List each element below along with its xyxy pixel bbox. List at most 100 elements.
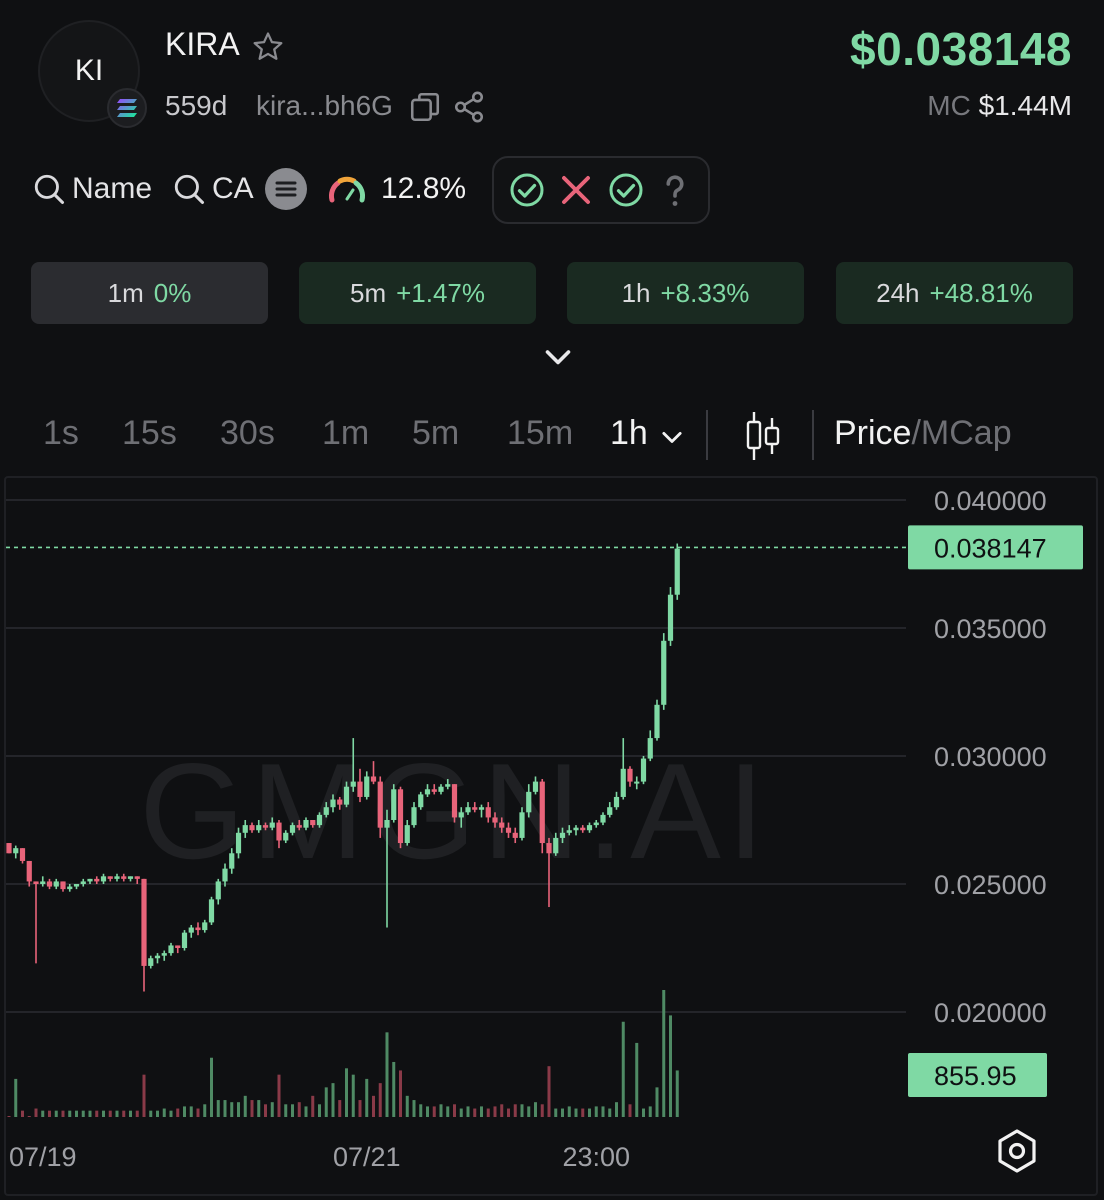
candle-body: [73, 884, 80, 887]
token-price: $0.038148: [850, 23, 1072, 75]
chevron-down-icon[interactable]: [658, 424, 686, 452]
stat-change: +1.47%: [396, 277, 486, 308]
candle-body: [559, 832, 566, 838]
volume-bar: [561, 1108, 564, 1117]
volume-bar: [210, 1057, 213, 1117]
candle-body: [283, 832, 289, 841]
copy-icon[interactable]: [408, 90, 442, 124]
candle-body: [391, 789, 397, 820]
timeframe-15m[interactable]: 15m: [507, 414, 573, 453]
candle-body: [431, 789, 437, 792]
volume-bar: [635, 1042, 639, 1117]
timeframe-30s[interactable]: 30s: [220, 414, 275, 453]
cross-icon: [562, 176, 591, 204]
contract-address[interactable]: kira...bh6G: [256, 90, 393, 122]
volume-bar: [135, 1110, 139, 1117]
volume-bar: [486, 1108, 490, 1117]
mcap-toggle[interactable]: MCap: [921, 414, 1012, 452]
volume-bar: [304, 1106, 308, 1117]
star-icon[interactable]: [251, 30, 285, 64]
volume-bar: [169, 1110, 173, 1117]
timeframe-5m[interactable]: 5m: [412, 414, 459, 453]
candle-body: [418, 794, 424, 808]
candle-body: [175, 945, 181, 948]
risk-percent: 12.8%: [381, 172, 467, 205]
candle-body: [573, 827, 579, 831]
price-mcap-toggle[interactable]: Price/MCap: [834, 414, 1012, 453]
stat-1m-button[interactable]: 1m 0%: [31, 262, 268, 324]
candle-body: [526, 791, 532, 813]
volume-bar: [473, 1108, 477, 1117]
volume-bar: [534, 1102, 537, 1117]
stat-timeframe: 1h: [621, 277, 651, 308]
share-icon[interactable]: [452, 90, 486, 124]
timeframe-1s[interactable]: 1s: [43, 414, 79, 453]
search-name-link[interactable]: Name: [72, 172, 152, 206]
stat-change: 0%: [153, 277, 192, 308]
candle-body: [13, 848, 19, 854]
stat-change: +8.33%: [660, 277, 750, 308]
list-icon[interactable]: [265, 168, 307, 210]
volume-bar: [459, 1108, 463, 1117]
y-tick-label: 0.020000: [934, 998, 1047, 1028]
timeframe-1h[interactable]: 1h: [610, 414, 648, 453]
candle-body: [485, 807, 491, 818]
volume-bar: [297, 1102, 301, 1117]
chevron-down-icon[interactable]: [540, 340, 576, 376]
price-chart[interactable]: 0.040000 0.035000 0.030000 0.025000 0.020000…: [0, 474, 1104, 1200]
candle-body: [640, 758, 647, 782]
candle-body: [94, 878, 100, 882]
candle-body: [654, 704, 660, 739]
volume-bar: [615, 1102, 618, 1117]
candlestick-icon[interactable]: [744, 410, 782, 462]
candle-body: [539, 781, 545, 844]
candle-body: [154, 955, 161, 959]
stat-5m-button[interactable]: 5m +1.47%: [299, 262, 536, 324]
candle-body: [222, 868, 228, 882]
volume-bar: [567, 1106, 571, 1117]
price-toggle[interactable]: Price: [834, 414, 911, 452]
timeframe-1m[interactable]: 1m: [322, 414, 369, 453]
divider: [706, 410, 708, 460]
candle-body: [553, 837, 559, 854]
volume-bar: [405, 1095, 409, 1117]
candle-body: [67, 886, 73, 890]
y-tick-label: 0.035000: [934, 614, 1047, 644]
timeframe-15s[interactable]: 15s: [122, 414, 177, 453]
volume-bar: [466, 1106, 470, 1117]
candle-body: [188, 927, 194, 933]
settings-icon[interactable]: [994, 1128, 1040, 1174]
volume-bar: [594, 1106, 598, 1117]
stat-1h-button[interactable]: 1h +8.33%: [567, 262, 804, 324]
volume-bar: [250, 1100, 254, 1117]
candle-body: [289, 825, 296, 833]
volume-bar: [61, 1110, 65, 1117]
candle-body: [303, 820, 309, 828]
candle-body: [607, 807, 613, 815]
candle-body: [634, 781, 640, 784]
solana-icon: [107, 88, 147, 128]
stat-24h-button[interactable]: 24h +48.81%: [836, 262, 1073, 324]
volume-bar: [338, 1100, 342, 1117]
search-icon[interactable]: [32, 172, 66, 206]
candle-body: [505, 827, 512, 833]
candle-body: [566, 830, 572, 833]
volume-bar: [574, 1108, 578, 1117]
token-name: KIRA: [165, 26, 240, 62]
volume-bar: [500, 1104, 504, 1117]
candle-body: [40, 881, 46, 884]
volume-bar: [203, 1104, 207, 1117]
security-checks[interactable]: [492, 156, 710, 224]
candle-body: [87, 878, 93, 882]
candle-body: [46, 881, 53, 887]
stat-change: +48.81%: [929, 277, 1033, 308]
search-ca-icon[interactable]: [172, 172, 206, 206]
candle-body: [6, 843, 12, 854]
candle-body: [357, 781, 363, 797]
volume-bar: [291, 1104, 294, 1117]
search-ca-link[interactable]: CA: [212, 172, 254, 206]
volume-bar: [399, 1070, 402, 1117]
volume-bar: [102, 1110, 105, 1117]
volume-bar: [277, 1074, 281, 1117]
volume-bar: [48, 1110, 51, 1117]
